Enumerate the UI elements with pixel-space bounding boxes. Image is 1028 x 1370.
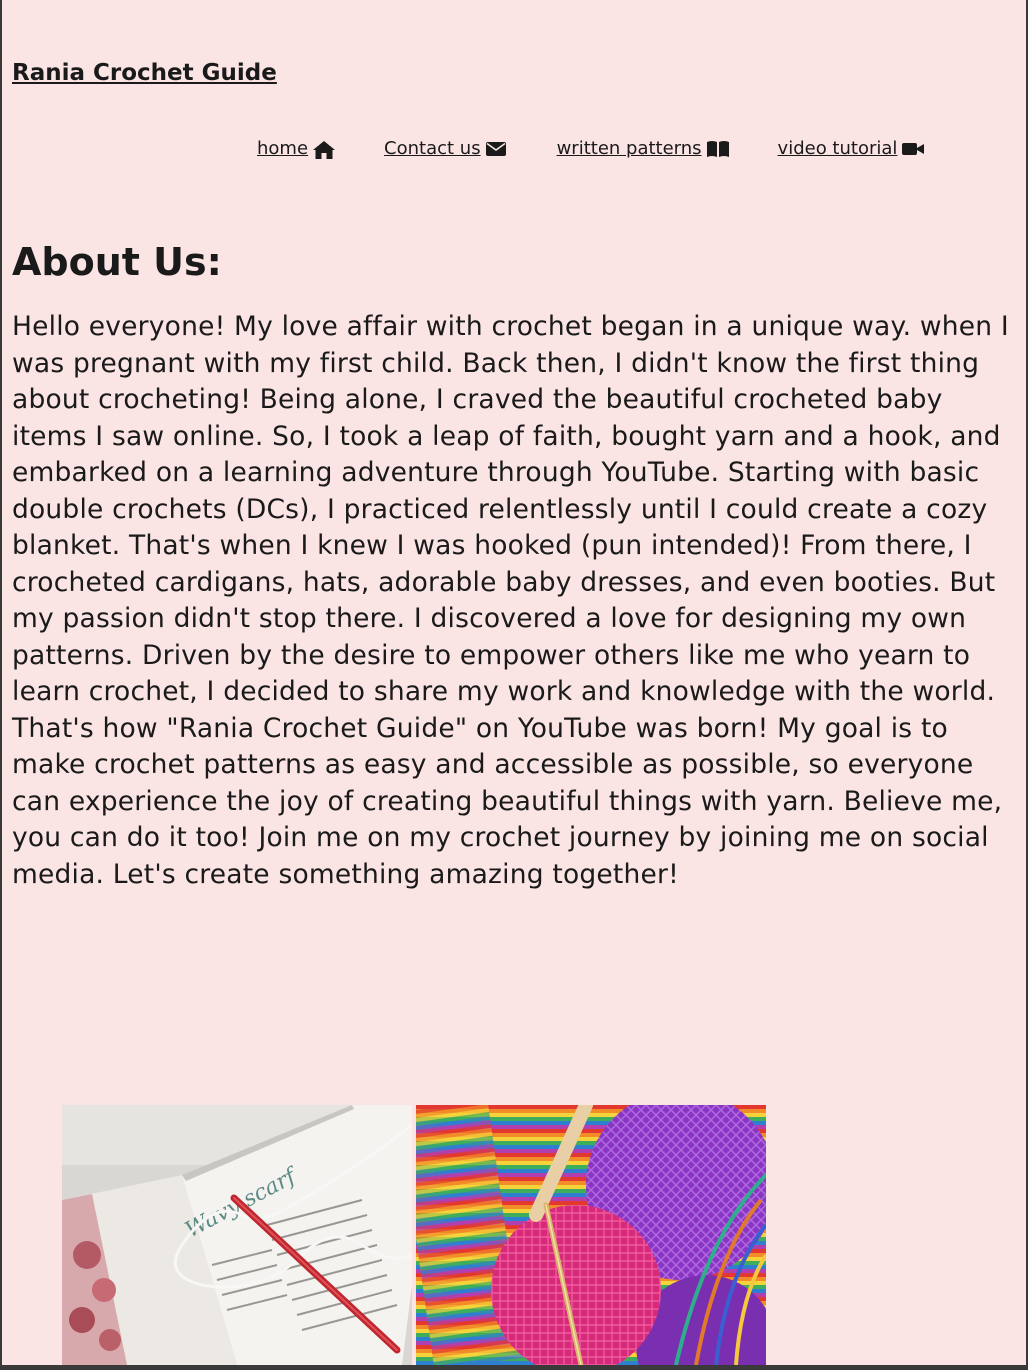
- nav-item-contact-us[interactable]: Contact us: [384, 138, 507, 159]
- book-icon: [706, 140, 729, 158]
- about-heading: About Us:: [12, 240, 222, 284]
- page-border-left: [0, 0, 2, 1370]
- nav-item-home[interactable]: home: [257, 138, 336, 159]
- home-icon: [312, 140, 336, 159]
- yarn-balls-photo: [416, 1105, 766, 1365]
- about-paragraph: Hello everyone! My love affair with croc…: [12, 311, 1009, 890]
- video-camera-icon: [901, 140, 925, 158]
- site-title-link[interactable]: Rania Crochet Guide: [12, 60, 277, 86]
- nav-item-label: written patterns: [556, 138, 702, 159]
- nav-item-video-tutorial[interactable]: video tutorial: [777, 138, 925, 159]
- nav-item-label: home: [257, 138, 309, 159]
- main-nav: home Contact us written patterns video t…: [257, 138, 925, 159]
- nav-item-label: video tutorial: [777, 138, 898, 159]
- nav-item-label: Contact us: [384, 138, 481, 159]
- nav-item-written-patterns[interactable]: written patterns: [556, 138, 729, 159]
- envelope-icon: [485, 140, 507, 158]
- page-border-bottom: [0, 1365, 1028, 1370]
- crochet-book-photo: Wavy scarf: [62, 1105, 412, 1365]
